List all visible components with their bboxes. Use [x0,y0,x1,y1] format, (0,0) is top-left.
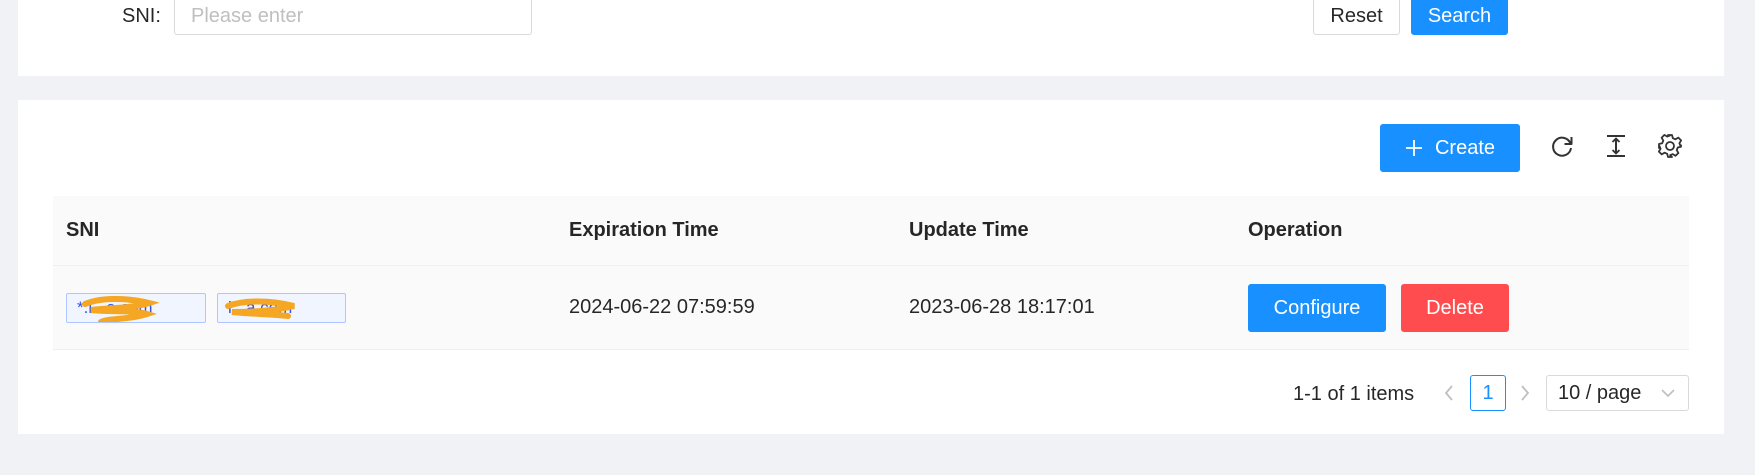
plus-icon [1405,139,1423,157]
search-form-card: SNI: Reset Search [18,0,1724,76]
column-header-operation: Operation [1248,219,1343,241]
update-time-cell: 2023-06-28 18:17:01 [909,296,1095,318]
sni-search-input[interactable] [174,0,532,35]
column-header-expiration-time: Expiration Time [569,219,719,241]
sni-tag: l...a.com [217,293,346,323]
table-header: SNI Expiration Time Update Time Operatio… [53,196,1689,266]
next-page-icon[interactable] [1513,375,1537,411]
column-header-sni: SNI [66,219,100,241]
create-label: Create [1434,136,1496,159]
column-header-update-time: Update Time [909,219,1029,241]
configure-button[interactable]: Configure [1248,284,1386,332]
page-size-select[interactable]: 10 / page [1546,375,1689,411]
expiration-time-cell: 2024-06-22 07:59:59 [569,296,755,318]
chevron-down-icon [1660,385,1676,401]
page-size-value: 10 / page [1558,381,1642,404]
reset-button[interactable]: Reset [1313,0,1400,35]
search-button[interactable]: Search [1411,0,1508,35]
page-item-current[interactable]: 1 [1470,375,1506,411]
sni-tag: *.l...a.com [66,293,206,323]
reload-icon[interactable] [1548,132,1576,160]
setting-icon[interactable] [1656,132,1684,160]
pagination-summary: 1-1 of 1 items [1293,383,1415,405]
table-row: *.l...a.com l...a.com 2024-06-22 07:59:5… [53,266,1689,350]
prev-page-icon[interactable] [1437,375,1461,411]
delete-button[interactable]: Delete [1401,284,1509,332]
sni-label: SNI: [122,5,161,27]
table-card: Create SNI Expiration Time Update Time O… [18,100,1724,434]
column-height-icon[interactable] [1602,132,1630,160]
create-button[interactable]: Create [1380,124,1520,172]
